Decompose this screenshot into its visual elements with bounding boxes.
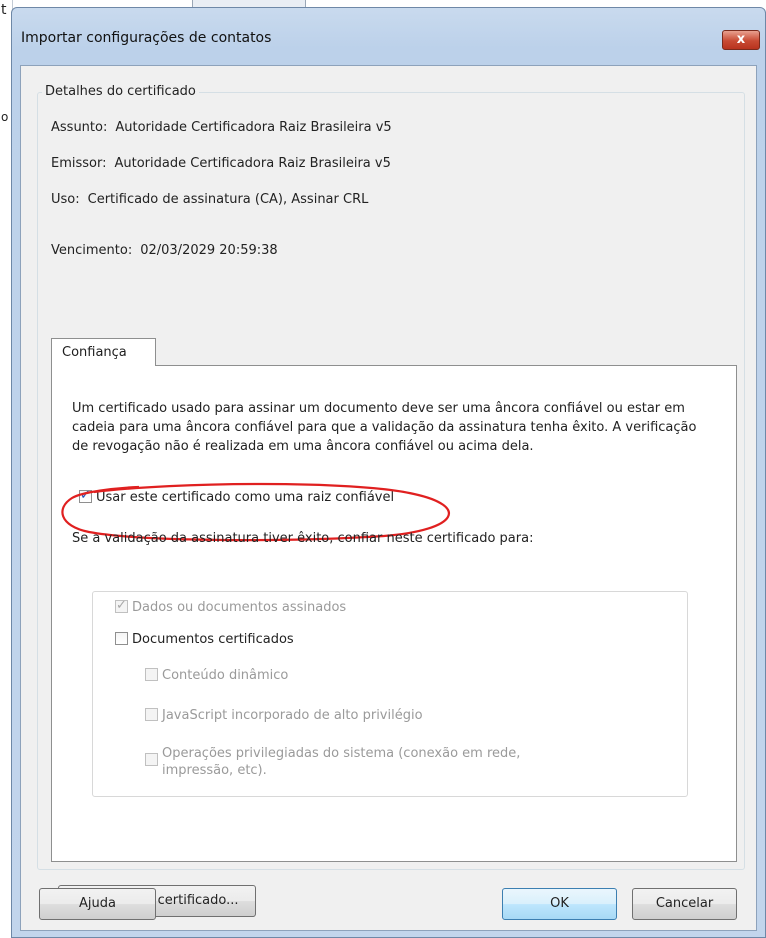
issuer-value: Autoridade Certificadora Raiz Brasileira…: [114, 156, 391, 171]
tab-label: Confiança: [62, 345, 127, 360]
trusted-root-checkbox[interactable]: [79, 488, 92, 503]
cancel-button[interactable]: Cancelar: [632, 888, 737, 920]
ok-button[interactable]: OK: [502, 888, 617, 920]
issuer-label: Emissor:: [51, 156, 107, 171]
background-text-fragment: o: [1, 110, 9, 124]
dynamic-content-option[interactable]: Conteúdo dinâmico: [145, 668, 288, 683]
trust-for-text: Se a validação da assinatura tiver êxito…: [72, 531, 534, 546]
help-button-label: Ajuda: [79, 896, 116, 911]
import-contacts-dialog: Importar configurações de contatos x Det…: [11, 7, 766, 938]
expiry-value: 02/03/2029 20:59:38: [140, 243, 278, 258]
subject-value: Autoridade Certificadora Raiz Brasileira…: [115, 120, 392, 135]
javascript-option[interactable]: JavaScript incorporado de alto privilégi…: [145, 708, 423, 723]
signed-docs-checkbox[interactable]: [115, 598, 128, 613]
certificate-details-legend: Detalhes do certificado: [42, 84, 199, 99]
privileged-ops-label: Operações privilegiadas do sistema (cone…: [162, 746, 521, 778]
certified-docs-checkbox[interactable]: [115, 632, 128, 645]
help-button[interactable]: Ajuda: [39, 888, 156, 920]
dialog-title: Importar configurações de contatos: [21, 30, 272, 46]
trust-options-box: Dados ou documentos assinados Documentos…: [92, 591, 688, 797]
signed-docs-option[interactable]: Dados ou documentos assinados: [115, 598, 347, 615]
usage-row: Uso: Certificado de assinatura (CA), Assi…: [51, 192, 368, 207]
trust-description: Um certificado usado para assinar um doc…: [72, 401, 697, 454]
privileged-ops-option[interactable]: Operações privilegiadas do sistema (cone…: [145, 745, 565, 779]
close-button[interactable]: x: [722, 30, 760, 50]
certified-docs-label: Documentos certificados: [132, 632, 294, 647]
dynamic-content-label: Conteúdo dinâmico: [162, 668, 289, 683]
trust-tab-panel: Um certificado usado para assinar um doc…: [51, 365, 737, 862]
usage-value: Certificado de assinatura (CA), Assinar …: [87, 192, 369, 207]
dialog-client-area: Detalhes do certificado Assunto: Autorida…: [20, 65, 757, 931]
javascript-label: JavaScript incorporado de alto privilégi…: [162, 708, 423, 723]
dialog-titlebar[interactable]: Importar configurações de contatos x: [12, 8, 765, 64]
tab-confianca[interactable]: Confiança: [51, 338, 156, 366]
privileged-ops-checkbox[interactable]: [145, 753, 158, 766]
expiry-label: Vencimento:: [51, 243, 133, 258]
usage-label: Uso:: [51, 192, 80, 207]
trusted-root-label: Usar este certificado como uma raiz conf…: [96, 490, 395, 505]
certified-docs-option[interactable]: Documentos certificados: [115, 632, 294, 647]
signed-docs-label: Dados ou documentos assinados: [132, 600, 347, 615]
javascript-checkbox[interactable]: [145, 708, 158, 721]
close-icon: x: [736, 32, 746, 47]
cancel-button-label: Cancelar: [655, 896, 714, 911]
ok-button-label: OK: [550, 896, 569, 911]
certificate-details-group: Detalhes do certificado Assunto: Autorida…: [37, 84, 745, 917]
issuer-row: Emissor: Autoridade Certificadora Raiz Br…: [51, 156, 391, 171]
background-text-fragment: t: [1, 2, 7, 18]
expiry-row: Vencimento: 02/03/2029 20:59:38: [51, 243, 278, 258]
subject-row: Assunto: Autoridade Certificadora Raiz Br…: [51, 120, 392, 135]
trusted-root-checkbox-row[interactable]: Usar este certificado como uma raiz conf…: [79, 488, 395, 505]
subject-label: Assunto:: [51, 120, 108, 135]
dynamic-content-checkbox[interactable]: [145, 668, 158, 681]
